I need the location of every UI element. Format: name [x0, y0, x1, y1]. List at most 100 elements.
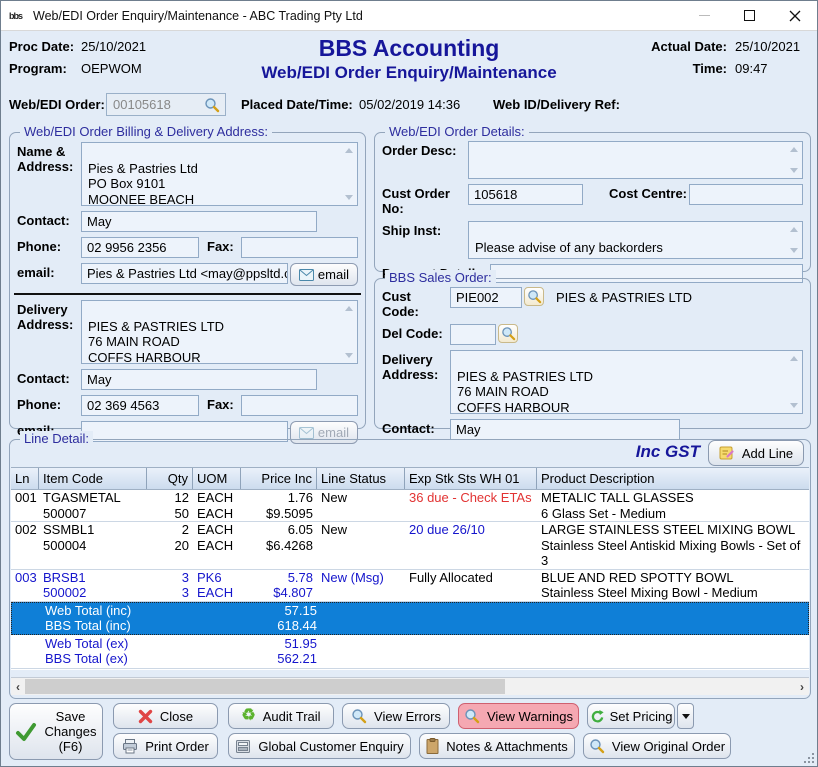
totals-row-ex[interactable]: Web Total (ex)51.95 BBS Total (ex)562.21 [11, 635, 809, 669]
billing-email-field[interactable]: Pies & Pastries Ltd <may@ppsltd.com [81, 263, 288, 284]
maximize-icon [744, 10, 755, 21]
scroll-down-icon[interactable] [345, 195, 353, 200]
scroll-up-icon[interactable] [790, 356, 798, 361]
cust-order-no-field[interactable]: 105618 [468, 184, 583, 205]
close-window-button[interactable] [772, 1, 817, 31]
close-icon [789, 10, 801, 22]
envelope-icon [299, 269, 314, 281]
scroll-down-icon[interactable] [790, 168, 798, 173]
order-bar: Web/EDI Order: 00105618 Placed Date/Time… [1, 93, 817, 121]
billing-phone-field[interactable]: 02 9956 2356 [81, 237, 199, 258]
scroll-right-icon[interactable]: › [795, 678, 809, 695]
scroll-up-icon[interactable] [790, 227, 798, 232]
cust-name-value: PIES & PASTRIES LTD [556, 287, 692, 305]
view-original-order-button[interactable]: View Original Order [583, 733, 731, 759]
view-errors-button[interactable]: View Errors [342, 703, 450, 729]
line-detail-group: Line Detail: Inc GST Add Line Ln Item Co… [9, 439, 811, 699]
del-code-field[interactable] [450, 324, 496, 345]
billing-group-title: Web/EDI Order Billing & Delivery Address… [20, 124, 272, 139]
stock-info: 20 due 26/10 [405, 522, 537, 569]
name-address-field[interactable]: Pies & Pastries Ltd PO Box 9101 MOONEE B… [81, 142, 358, 206]
scroll-down-icon[interactable] [790, 403, 798, 408]
phone-label: Phone: [17, 237, 81, 254]
audit-trail-button[interactable]: ♻ Audit Trail [228, 703, 334, 729]
table-row[interactable]: 002 SSMBL1500004 220 EACHEACH 6.05$6.426… [11, 522, 809, 570]
horizontal-scrollbar[interactable]: ‹ › [11, 677, 809, 695]
totals-row-selected[interactable]: Web Total (inc)57.15 BBS Total (inc)618.… [11, 602, 809, 635]
scroll-left-icon[interactable]: ‹ [11, 678, 25, 695]
cust-code-search-icon[interactable] [524, 287, 544, 306]
ship-inst-field[interactable]: Please advise of any backorders [468, 221, 803, 259]
col-item-code[interactable]: Item Code [39, 468, 147, 489]
col-product-desc[interactable]: Product Description [537, 468, 809, 489]
scroll-down-icon[interactable] [790, 248, 798, 253]
sales-delivery-address-label: DeliveryAddress: [382, 350, 450, 382]
recycle-icon: ♻ [241, 708, 255, 724]
delivery-address-value: PIES & PASTRIES LTD 76 MAIN ROAD COFFS H… [88, 319, 224, 365]
sales-delivery-address-field[interactable]: PIES & PASTRIES LTD 76 MAIN ROAD COFFS H… [450, 350, 803, 414]
table-row[interactable]: 003 BRSB1500002 33 PK6EACH 5.78$4.807 Ne… [11, 570, 809, 602]
order-search-icon[interactable] [202, 95, 222, 114]
delivery-contact-field[interactable]: May [81, 369, 317, 390]
web-edi-order-input[interactable]: 00105618 [106, 93, 226, 116]
delivery-fax-label: Fax: [207, 395, 241, 412]
del-code-label: Del Code: [382, 324, 450, 341]
minimize-button[interactable] [682, 1, 727, 31]
col-ln[interactable]: Ln [11, 468, 39, 489]
resize-grip[interactable] [802, 751, 814, 763]
print-order-button[interactable]: Print Order [113, 733, 218, 759]
scroll-up-icon[interactable] [345, 148, 353, 153]
delivery-fax-field[interactable] [241, 395, 358, 416]
add-line-button[interactable]: Add Line [708, 440, 804, 466]
col-exp-stk[interactable]: Exp Stk Sts WH 01 [405, 468, 537, 489]
global-customer-enquiry-button[interactable]: Global Customer Enquiry [228, 733, 411, 759]
delivery-phone-field[interactable]: 02 369 4563 [81, 395, 199, 416]
chevron-down-icon [682, 714, 690, 719]
placed-date-value: 05/02/2019 14:36 [359, 97, 460, 112]
delivery-contact-label: Contact: [17, 369, 81, 386]
cust-code-field[interactable]: PIE002 [450, 287, 522, 308]
scroll-down-icon[interactable] [345, 353, 353, 358]
section-divider [14, 293, 361, 295]
bbs-sales-order-title: BBS Sales Order: [385, 270, 496, 285]
order-desc-label: Order Desc: [382, 141, 468, 158]
close-button[interactable]: Close [113, 703, 218, 729]
scrollbar-thumb[interactable] [25, 679, 505, 694]
scroll-up-icon[interactable] [790, 147, 798, 152]
cost-centre-label: Cost Centre: [609, 184, 689, 201]
cost-centre-field[interactable] [689, 184, 803, 205]
set-pricing-button[interactable]: Set Pricing [587, 703, 675, 729]
order-details-group-title: Web/EDI Order Details: [385, 124, 529, 139]
del-code-search-icon[interactable] [498, 324, 518, 343]
scroll-up-icon[interactable] [345, 306, 353, 311]
add-line-label: Add Line [742, 446, 793, 461]
magnifier-icon [589, 738, 605, 754]
table-row[interactable]: 001 TGASMETAL500007 1250 EACHEACH 1.76$9… [11, 490, 809, 522]
col-uom[interactable]: UOM [193, 468, 241, 489]
check-icon [15, 721, 37, 743]
email-label: email: [17, 263, 81, 280]
save-changes-button[interactable]: SaveChanges(F6) [9, 703, 103, 760]
sales-contact-field[interactable]: May [450, 419, 680, 440]
billing-contact-field[interactable]: May [81, 211, 317, 232]
view-warnings-button[interactable]: View Warnings [458, 703, 579, 729]
billing-delivery-group: Web/EDI Order Billing & Delivery Address… [9, 132, 366, 429]
ship-inst-label: Ship Inst: [382, 221, 468, 238]
add-line-icon [719, 445, 735, 461]
app-window: bbs Web/EDI Order Enquiry/Maintenance - … [0, 0, 818, 767]
app-logo-icon: bbs [9, 8, 27, 24]
window-title: Web/EDI Order Enquiry/Maintenance - ABC … [33, 9, 682, 23]
col-qty[interactable]: Qty [147, 468, 193, 489]
billing-fax-field[interactable] [241, 237, 358, 258]
col-price-inc[interactable]: Price Inc [241, 468, 317, 489]
billing-email-button[interactable]: email [290, 263, 358, 286]
web-edi-order-label: Web/EDI Order: [9, 97, 105, 112]
notes-attachments-button[interactable]: Notes & Attachments [419, 733, 575, 759]
maximize-button[interactable] [727, 1, 772, 31]
delivery-address-field[interactable]: PIES & PASTRIES LTD 76 MAIN ROAD COFFS H… [81, 300, 358, 364]
delivery-address-label: DeliveryAddress: [17, 300, 81, 332]
title-bar: bbs Web/EDI Order Enquiry/Maintenance - … [1, 1, 817, 31]
order-desc-field[interactable] [468, 141, 803, 179]
set-pricing-dropdown-button[interactable] [677, 703, 694, 729]
col-line-status[interactable]: Line Status [317, 468, 405, 489]
